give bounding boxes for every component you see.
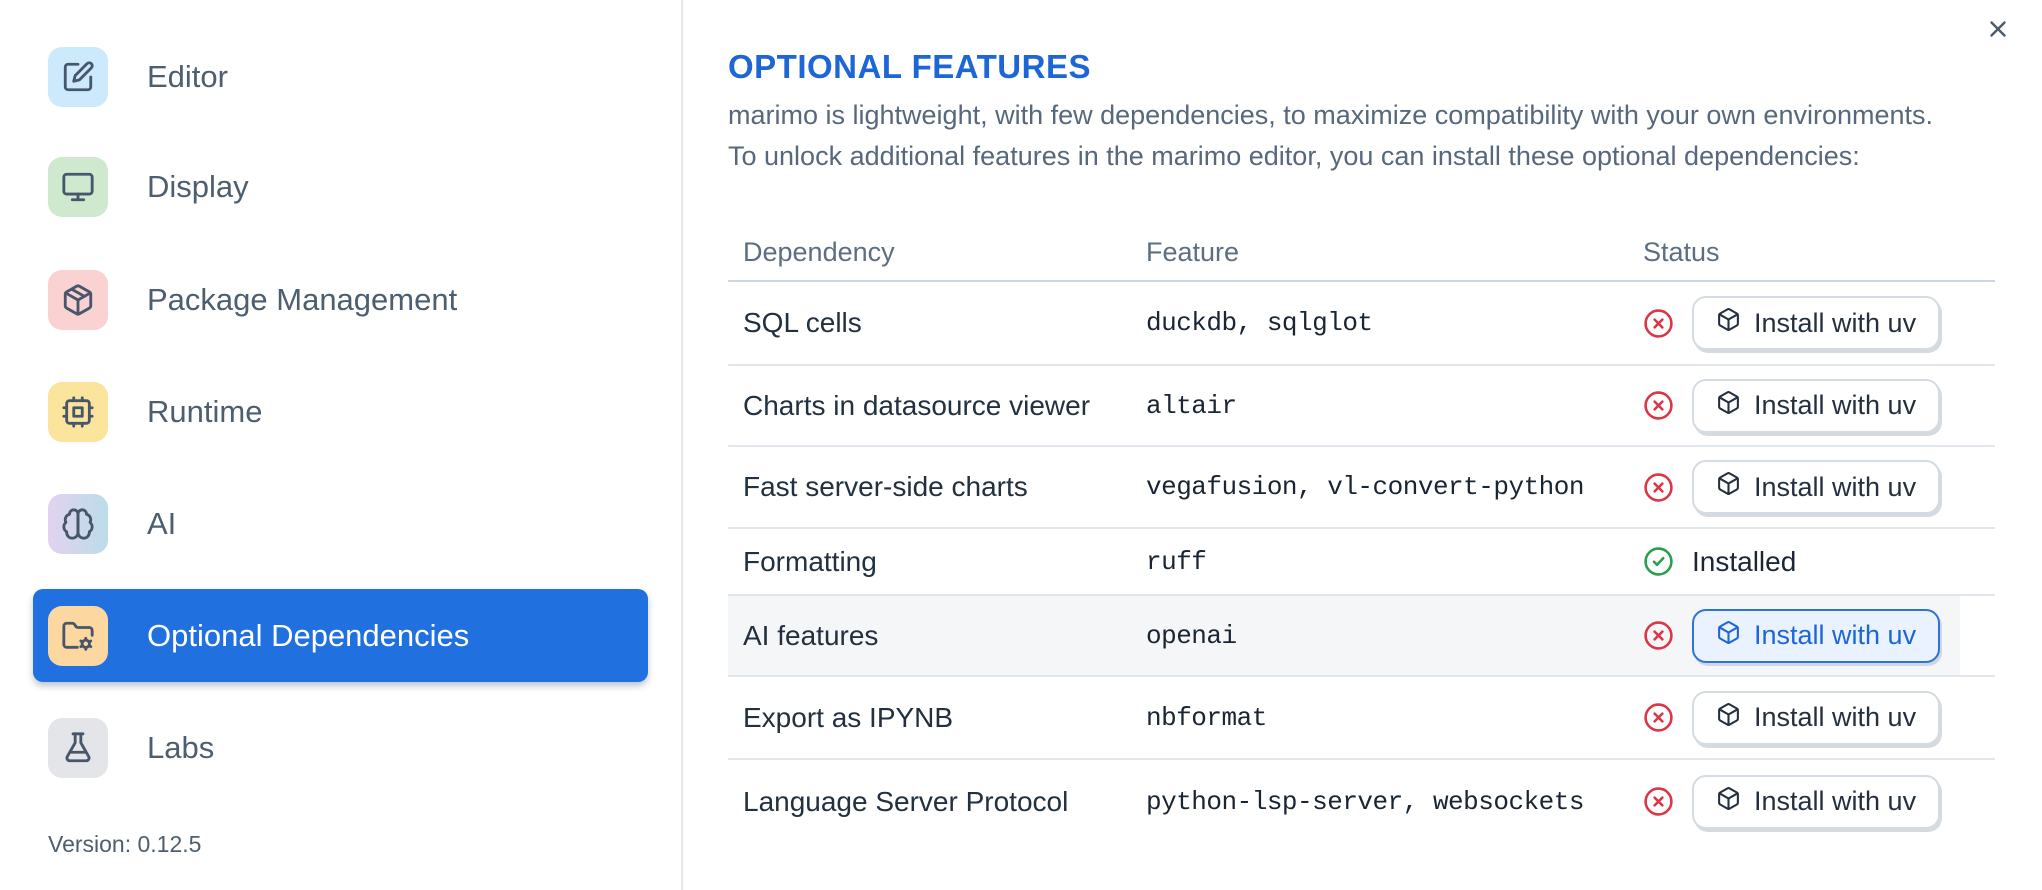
- table-row: Export as IPYNB nbformat Install with uv: [728, 677, 1995, 760]
- table-row: Formatting ruff Installed: [728, 529, 1995, 596]
- page-title: OPTIONAL FEATURES: [728, 48, 1091, 85]
- folder-cog-icon: [48, 605, 108, 666]
- sidebar-item-display[interactable]: Display: [33, 140, 648, 233]
- status-cell: Install with uv: [1643, 774, 1995, 829]
- feature-cell: altair: [1146, 390, 1237, 421]
- cpu-icon: [48, 381, 108, 442]
- dependencies-table: Dependency Feature Status SQL cells duck…: [728, 225, 1995, 843]
- settings-dialog: Editor Display Package Management Runtim…: [0, 0, 2042, 890]
- status-cell: Install with uv: [1643, 690, 1995, 745]
- version-label: Version: 0.12.5: [48, 831, 202, 857]
- status-cell: Install with uv: [1643, 460, 1995, 514]
- circle-x-icon: [1643, 786, 1674, 817]
- optional-features-panel: OPTIONAL FEATURES marimo is lightweight,…: [685, 0, 2042, 890]
- package-icon: [48, 269, 108, 330]
- installed-label: Installed: [1692, 545, 1797, 577]
- description-line: To unlock additional features in the mar…: [728, 141, 1860, 171]
- feature-cell: python-lsp-server, websockets: [1146, 786, 1584, 817]
- feature-cell: nbformat: [1146, 702, 1267, 733]
- monitor-icon: [48, 156, 108, 217]
- sidebar-item-label: Labs: [147, 729, 215, 765]
- sidebar-item-labs[interactable]: Labs: [33, 701, 648, 794]
- dependency-cell: AI features: [743, 619, 879, 651]
- feature-cell: openai: [1146, 620, 1237, 651]
- sidebar-item-label: Editor: [147, 58, 228, 94]
- feature-cell: vegafusion, vl-convert-python: [1146, 472, 1584, 502]
- circle-x-icon: [1643, 472, 1674, 503]
- dependency-cell: Charts in datasource viewer: [743, 389, 1091, 421]
- description: marimo is lightweight, with few dependen…: [728, 95, 1998, 177]
- status-cell: Install with uv: [1643, 608, 1995, 663]
- column-header-feature: Feature: [1146, 237, 1240, 267]
- install-with-uv-button[interactable]: Install with uv: [1692, 296, 1941, 350]
- dependency-cell: Language Server Protocol: [743, 785, 1069, 817]
- circle-x-icon: [1643, 702, 1674, 733]
- column-header-status: Status: [1643, 237, 1720, 267]
- settings-sidebar: Editor Display Package Management Runtim…: [0, 0, 683, 890]
- button-label: Install with uv: [1754, 702, 1917, 732]
- dependency-cell: Fast server-side charts: [743, 471, 1028, 502]
- package-icon: [1716, 471, 1741, 503]
- status-cell: Install with uv: [1643, 378, 1995, 433]
- install-with-uv-button[interactable]: Install with uv: [1692, 378, 1941, 433]
- dependency-cell: Export as IPYNB: [743, 701, 954, 733]
- table-row: Fast server-side charts vegafusion, vl-c…: [728, 447, 1995, 529]
- circle-check-icon: [1643, 546, 1674, 577]
- close-icon: [1985, 16, 2011, 47]
- sidebar-item-label: Runtime: [147, 393, 263, 429]
- sidebar-item-optional-dependencies[interactable]: Optional Dependencies: [33, 589, 648, 682]
- package-icon: [1716, 786, 1741, 818]
- circle-x-icon: [1643, 390, 1674, 421]
- sidebar-item-runtime[interactable]: Runtime: [33, 365, 648, 458]
- dependency-cell: Formatting: [743, 545, 877, 577]
- install-with-uv-button[interactable]: Install with uv: [1692, 608, 1941, 663]
- status-cell: Install with uv: [1643, 296, 1995, 350]
- table-row: Charts in datasource viewer altair Insta…: [728, 366, 1995, 447]
- install-with-uv-button[interactable]: Install with uv: [1692, 460, 1941, 514]
- package-icon: [1716, 620, 1741, 652]
- square-pen-icon: [48, 46, 108, 107]
- install-with-uv-button[interactable]: Install with uv: [1692, 690, 1941, 745]
- sidebar-item-label: Display: [147, 168, 249, 204]
- status-cell: Installed: [1643, 546, 1995, 578]
- table-header-row: Dependency Feature Status: [728, 225, 1995, 282]
- feature-cell: duckdb, sqlglot: [1146, 308, 1373, 338]
- flask-icon: [48, 717, 108, 778]
- package-icon: [1716, 702, 1741, 734]
- package-icon: [1716, 390, 1741, 422]
- sidebar-item-label: AI: [147, 505, 177, 541]
- column-header-dependency: Dependency: [743, 237, 895, 267]
- button-label: Install with uv: [1754, 471, 1917, 502]
- button-label: Install with uv: [1754, 620, 1917, 650]
- brain-icon: [48, 493, 108, 554]
- sidebar-item-label: Optional Dependencies: [147, 617, 470, 653]
- sidebar-item-ai[interactable]: AI: [33, 477, 648, 570]
- feature-cell: ruff: [1146, 546, 1207, 577]
- table-row: SQL cells duckdb, sqlglot Install with u…: [728, 282, 1995, 366]
- close-button[interactable]: [1982, 15, 2014, 47]
- install-with-uv-button[interactable]: Install with uv: [1692, 774, 1941, 829]
- table-row: Language Server Protocol python-lsp-serv…: [728, 760, 1995, 843]
- sidebar-item-label: Package Management: [147, 281, 458, 317]
- sidebar-item-package-management[interactable]: Package Management: [33, 253, 648, 346]
- circle-x-icon: [1643, 308, 1674, 339]
- button-label: Install with uv: [1754, 390, 1917, 420]
- description-line: marimo is lightweight, with few dependen…: [728, 100, 1934, 130]
- circle-x-icon: [1643, 620, 1674, 651]
- table-row: AI features openai Install with uv: [728, 596, 1995, 677]
- dependency-cell: SQL cells: [743, 307, 862, 338]
- button-label: Install with uv: [1754, 307, 1917, 338]
- button-label: Install with uv: [1754, 786, 1917, 816]
- package-icon: [1716, 307, 1741, 339]
- sidebar-item-editor[interactable]: Editor: [33, 30, 648, 123]
